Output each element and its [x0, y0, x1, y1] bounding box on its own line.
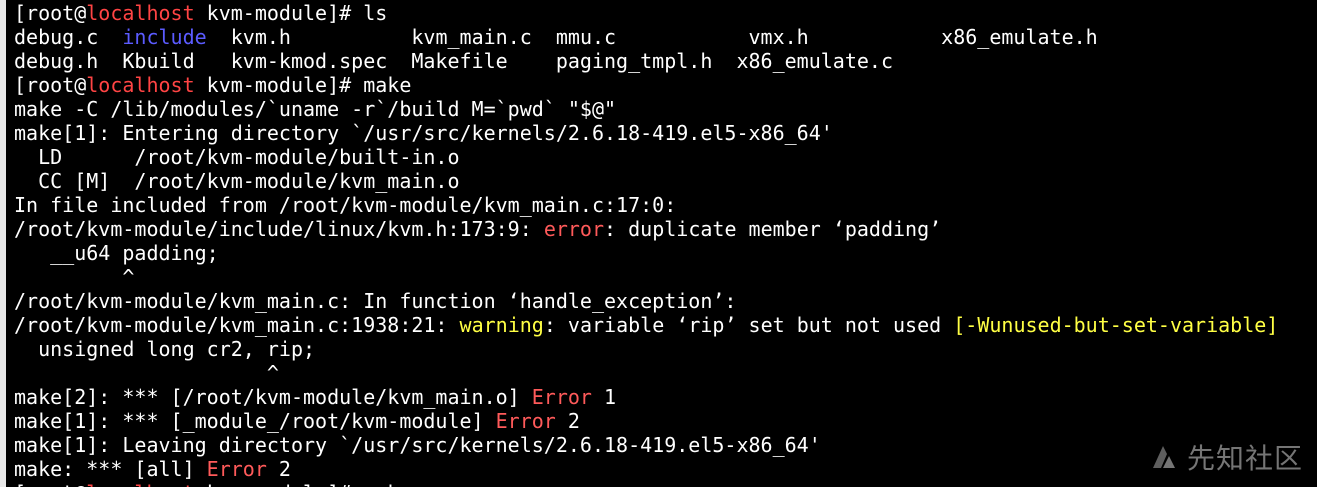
- terminal-text-default: make -C /lib/modules/`uname -r`/build M=…: [14, 97, 617, 121]
- terminal-text-default: [root@: [14, 73, 87, 97]
- terminal-text-default: 1: [591, 385, 617, 409]
- terminal-line: make: *** [all] Error 2: [14, 457, 1278, 481]
- terminal-text-default: In file included from /root/kvm-module/k…: [14, 193, 677, 217]
- xianzhi-logo-icon: [1152, 446, 1175, 468]
- terminal-line: debug.c include kvm.h kvm_main.c mmu.c v…: [14, 25, 1278, 49]
- terminal-text-error: Error: [206, 457, 267, 481]
- terminal-line: ^: [14, 361, 1278, 385]
- terminal-line: CC [M] /root/kvm-module/kvm_main.o: [14, 169, 1278, 193]
- terminal-text-default: unsigned long cr2, rip;: [14, 337, 316, 361]
- terminal-text-default: /root/kvm-module/include/linux/kvm.h:173…: [14, 217, 544, 241]
- terminal-window[interactable]: [root@localhost kvm-module]# ls debug.c i…: [0, 0, 1317, 487]
- terminal-line: [root@localhost kvm-module]# ls: [14, 1, 1278, 25]
- terminal-text-host: localhost: [86, 481, 194, 487]
- terminal-text-error: Error: [495, 409, 556, 433]
- terminal-text-default: LD /root/kvm-module/built-in.o: [14, 145, 460, 169]
- terminal-output[interactable]: [root@localhost kvm-module]# ls debug.c i…: [14, 1, 1278, 487]
- terminal-text-error: Error: [531, 385, 592, 409]
- terminal-text-default: CC [M] /root/kvm-module/kvm_main.o: [14, 169, 460, 193]
- terminal-text-default: kvm.h kvm_main.c mmu.c vmx.h x86_emulate…: [206, 25, 1098, 49]
- watermark: 先知社区: [1149, 437, 1303, 477]
- terminal-text-default: kvm-module]# make: [194, 73, 412, 97]
- terminal-text-default: /root/kvm-module/kvm_main.c:1938:21:: [14, 313, 460, 337]
- terminal-text-host: localhost: [86, 73, 195, 97]
- terminal-line: In file included from /root/kvm-module/k…: [14, 193, 1278, 217]
- terminal-line: make[2]: *** [/root/kvm-module/kvm_main.…: [14, 385, 1278, 409]
- terminal-line: make -C /lib/modules/`uname -r`/build M=…: [14, 97, 1278, 121]
- window-left-border: [0, 0, 6, 487]
- terminal-text-default: ^: [14, 361, 279, 385]
- terminal-line: /root/kvm-module/include/linux/kvm.h:173…: [14, 217, 1278, 241]
- terminal-line: ^: [14, 265, 1278, 289]
- terminal-text-default: make[1]: Leaving directory `/usr/src/ker…: [14, 433, 821, 457]
- terminal-text-default: make[2]: *** [/root/kvm-module/kvm_main.…: [14, 385, 532, 409]
- terminal-text-default: [root@: [14, 1, 87, 25]
- terminal-text-default: make: *** [all]: [14, 457, 207, 481]
- terminal-text-dir: include: [122, 25, 207, 49]
- terminal-text-default: : variable ‘rip’ set but not used: [543, 313, 954, 337]
- terminal-text-default: ^: [14, 265, 135, 289]
- terminal-line: /root/kvm-module/kvm_main.c: In function…: [14, 289, 1278, 313]
- terminal-text-warning: warning: [459, 313, 544, 337]
- terminal-line: make[1]: Entering directory `/usr/src/ke…: [14, 121, 1278, 145]
- terminal-line: __u64 padding;: [14, 241, 1278, 265]
- terminal-line: make[1]: *** [_module_/root/kvm-module] …: [14, 409, 1278, 433]
- terminal-text-default: __u64 padding;: [14, 241, 219, 265]
- terminal-line: LD /root/kvm-module/built-in.o: [14, 145, 1278, 169]
- terminal-text-default: 2: [555, 409, 580, 433]
- terminal-text-error: error: [543, 217, 605, 241]
- terminal-text-default: kvm-module]# make: [195, 481, 412, 487]
- terminal-text-default: : duplicate member ‘padding’: [604, 217, 942, 241]
- watermark-text: 先知社区: [1186, 442, 1303, 475]
- terminal-line: make[1]: Leaving directory `/usr/src/ker…: [14, 433, 1278, 457]
- terminal-text-default: [root@: [14, 481, 86, 487]
- terminal-text-default: /root/kvm-module/kvm_main.c: In function…: [14, 289, 737, 313]
- terminal-line: debug.h Kbuild kvm-kmod.spec Makefile pa…: [14, 49, 1278, 73]
- terminal-line: [root@localhost kvm-module]# make: [14, 481, 1278, 487]
- terminal-line: [root@localhost kvm-module]# make: [14, 73, 1278, 97]
- terminal-text-default: make[1]: Entering directory `/usr/src/ke…: [14, 121, 833, 145]
- terminal-text-default: debug.c: [14, 25, 123, 49]
- terminal-text-default: make[1]: *** [_module_/root/kvm-module]: [14, 409, 496, 433]
- terminal-line: /root/kvm-module/kvm_main.c:1938:21: war…: [14, 313, 1278, 337]
- terminal-text-default: debug.h Kbuild kvm-kmod.spec Makefile pa…: [14, 49, 893, 73]
- terminal-text-flag: [-Wunused-but-set-variable]: [953, 313, 1279, 337]
- terminal-text-default: 2: [266, 457, 291, 481]
- terminal-text-host: localhost: [86, 1, 195, 25]
- terminal-text-default: kvm-module]# ls: [194, 1, 388, 25]
- terminal-line: unsigned long cr2, rip;: [14, 337, 1278, 361]
